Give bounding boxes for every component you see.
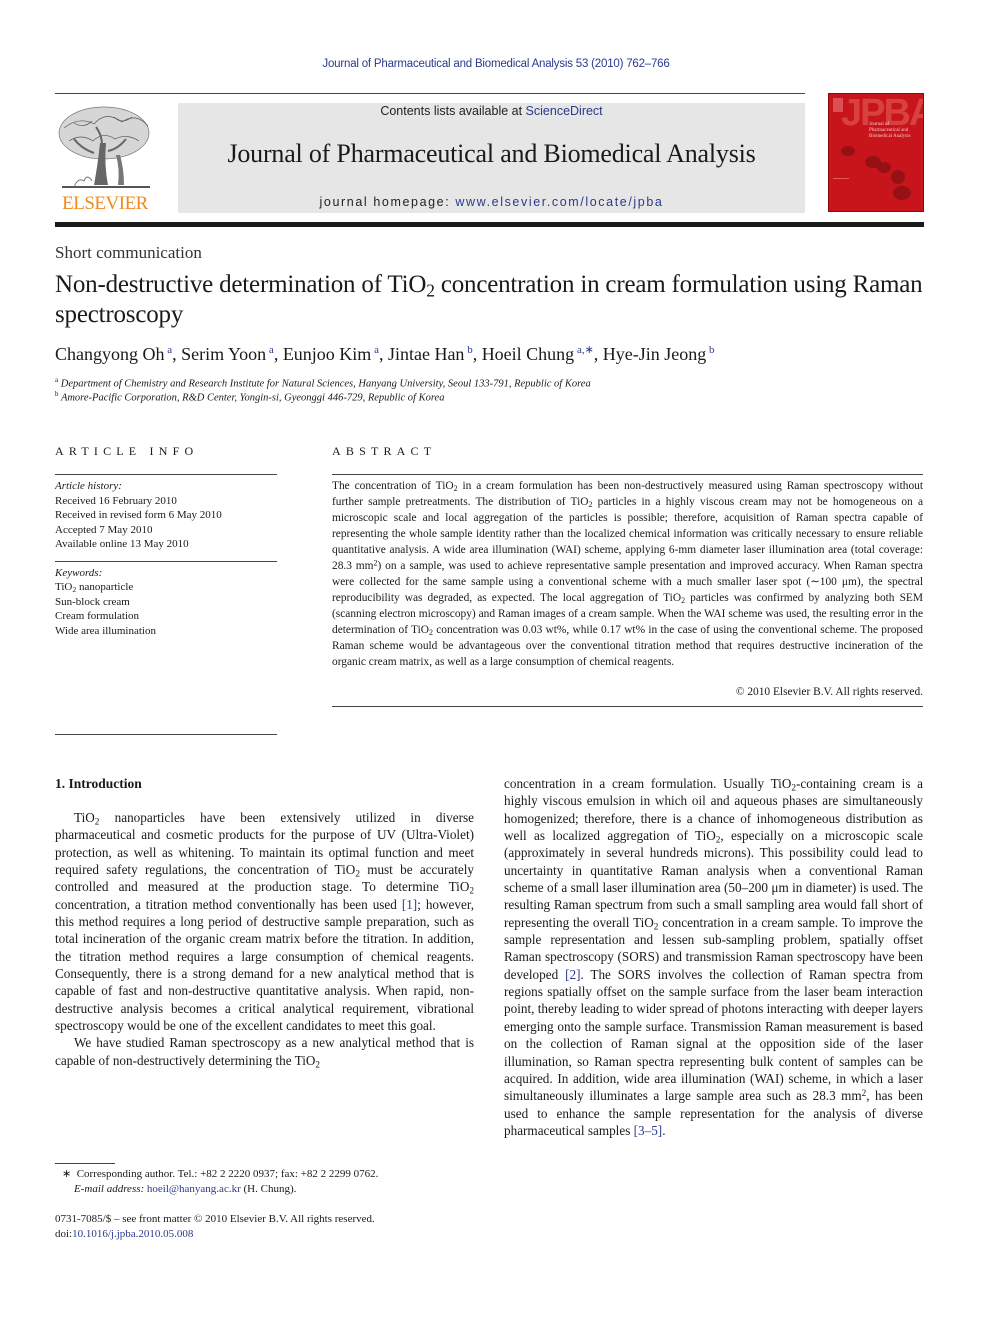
history-item: Accepted 7 May 2010 <box>55 523 153 536</box>
body-column-left: TiO2 nanoparticles have been extensively… <box>55 809 474 1069</box>
divider <box>55 560 277 562</box>
superscript: 2 <box>373 558 378 568</box>
keyword-item: Wide area illumination <box>55 624 156 637</box>
keyword-item: Cream formulation <box>55 610 140 622</box>
elsevier-wordmark: ELSEVIER <box>62 193 148 214</box>
homepage-line: journal homepage: www.elsevier.com/locat… <box>178 195 805 209</box>
subscript: 2 <box>681 595 686 605</box>
keyword-list: TiO2 nanoparticle Sun-block cream Cream fo… <box>55 580 277 638</box>
journal-homepage-link[interactable]: www.elsevier.com/locate/jpba <box>455 195 663 209</box>
journal-name: Journal of Pharmaceutical and Biomedical… <box>227 139 756 168</box>
article-history: Article history: Received 16 February 20… <box>55 479 277 552</box>
article-title: Non-destructive determination of TiO2 co… <box>55 270 925 330</box>
abstract: ABSTRACT The concentration of TiO2 in a … <box>332 444 923 707</box>
body-paragraph: concentration in a cream formulation. Us… <box>504 776 923 1138</box>
section-heading-introduction: 1. Introduction <box>55 776 142 791</box>
doi-link[interactable]: 10.1016/j.jpba.2010.05.008 <box>72 1228 193 1240</box>
keywords-label: Keywords: <box>55 566 103 579</box>
affiliation-marker[interactable]: a <box>266 344 274 356</box>
divider <box>332 474 923 475</box>
subscript: 2 <box>315 1059 321 1070</box>
cover-subtitle: Journal of Pharmaceutical and Biomedical… <box>869 122 911 139</box>
article-type: Short communication <box>55 243 202 262</box>
affiliation-marker[interactable]: a <box>371 344 379 356</box>
subscript: 2 <box>428 627 433 637</box>
citation-link[interactable]: [1] <box>402 897 417 912</box>
subscript: 2 <box>355 868 360 879</box>
sciencedirect-link[interactable]: ScienceDirect <box>526 104 603 118</box>
affiliation-marker[interactable]: a,∗ <box>574 344 594 356</box>
running-head[interactable]: Journal of Pharmaceutical and Biomedical… <box>0 58 992 70</box>
elsevier-tree-icon <box>58 106 150 188</box>
subscript: 2 <box>453 483 458 493</box>
author-list: Changyong Oh a, Serim Yoon a, Eunjoo Kim… <box>55 344 715 364</box>
divider <box>55 734 277 735</box>
author-name[interactable]: Hye-Jin Jeong <box>603 344 706 364</box>
author-name[interactable]: Eunjoo Kim <box>283 344 372 364</box>
divider <box>332 706 923 707</box>
history-label: Article history: <box>55 480 122 492</box>
subscript: 2 <box>653 921 659 932</box>
header-rule <box>55 93 805 94</box>
footnote-rule <box>55 1163 115 1164</box>
body-paragraph: We have studied Raman spectroscopy as a … <box>55 1035 474 1070</box>
affiliation-marker[interactable]: a <box>165 344 172 356</box>
body-column-right: concentration in a cream formulation. Us… <box>504 775 923 1139</box>
front-matter: 0731-7085/$ – see front matter © 2010 El… <box>55 1212 375 1242</box>
subscript: 2 <box>715 834 721 845</box>
divider <box>55 474 277 475</box>
title-subscript: 2 <box>426 280 435 301</box>
history-item: Received in revised form 6 May 2010 <box>55 509 222 521</box>
journal-banner: Contents lists available at ScienceDirec… <box>178 103 805 213</box>
doi-line: doi:10.1016/j.jpba.2010.05.008 <box>55 1228 194 1240</box>
abstract-heading: ABSTRACT <box>332 444 437 458</box>
subscript: 2 <box>791 782 796 793</box>
title-text: Non-destructive determination of TiO <box>55 271 427 298</box>
affiliation-marker[interactable]: b <box>464 344 473 356</box>
homepage-prefix: journal homepage: <box>319 195 456 209</box>
subscript: 2 <box>469 885 474 896</box>
history-item: Available online 13 May 2010 <box>55 538 189 550</box>
abstract-text: The concentration of TiO2 in a cream for… <box>332 480 924 668</box>
cover-text-lines <box>833 178 849 192</box>
subscript: 2 <box>94 816 100 827</box>
author-name[interactable]: Serim Yoon <box>181 344 266 364</box>
author-name[interactable]: Jintae Han <box>388 344 464 364</box>
contents-line: Contents lists available at ScienceDirec… <box>178 104 805 118</box>
subscript: 2 <box>72 584 77 594</box>
affiliation-marker[interactable]: b <box>706 344 715 356</box>
author-name[interactable]: Changyong Oh <box>55 344 165 364</box>
affiliation-a: a Department of Chemistry and Research I… <box>55 376 591 390</box>
cover-blob <box>893 186 911 200</box>
article-info: ARTICLE INFO Article history: Received 1… <box>55 444 277 735</box>
keyword-item: TiO2 nanoparticle <box>55 581 134 594</box>
contents-prefix: Contents lists available at <box>380 104 526 118</box>
corresponding-author-note: ∗ Corresponding author. Tel.: +82 2 2220… <box>62 1168 379 1180</box>
issn-line: 0731-7085/$ – see front matter © 2010 El… <box>55 1213 375 1225</box>
citation-link[interactable]: [3–5] <box>634 1123 663 1138</box>
footnote: ∗ Corresponding author. Tel.: +82 2 2220… <box>62 1167 378 1197</box>
superscript: 2 <box>861 1088 867 1099</box>
body-paragraph: TiO2 nanoparticles have been extensively… <box>55 810 474 1034</box>
citation-link[interactable]: [2] <box>565 967 580 982</box>
subscript: 2 <box>588 499 593 509</box>
cover-blob <box>841 146 855 156</box>
header-thick-rule <box>55 222 924 227</box>
keywords: Keywords: TiO2 nanoparticle Sun-block cre… <box>55 566 277 639</box>
elsevier-logo[interactable]: ELSEVIER <box>54 103 156 215</box>
email-link[interactable]: hoeil@hanyang.ac.kr <box>147 1183 241 1195</box>
cover-blob <box>891 170 905 184</box>
keyword-item: Sun-block cream <box>55 595 130 608</box>
affiliation-b: b Amore-Pacific Corporation, R&D Center,… <box>55 390 445 404</box>
history-item: Received 16 February 2010 <box>55 494 177 507</box>
abstract-copyright: © 2010 Elsevier B.V. All rights reserved… <box>735 686 923 698</box>
journal-cover-thumbnail[interactable]: JPBA Journal of Pharmaceutical and Biome… <box>828 93 924 212</box>
article-info-heading: ARTICLE INFO <box>55 444 199 458</box>
cover-blob <box>877 162 891 173</box>
email-note: E-mail address: hoeil@hanyang.ac.kr (H. … <box>74 1183 297 1195</box>
author-name[interactable]: Hoeil Chung <box>482 344 575 364</box>
